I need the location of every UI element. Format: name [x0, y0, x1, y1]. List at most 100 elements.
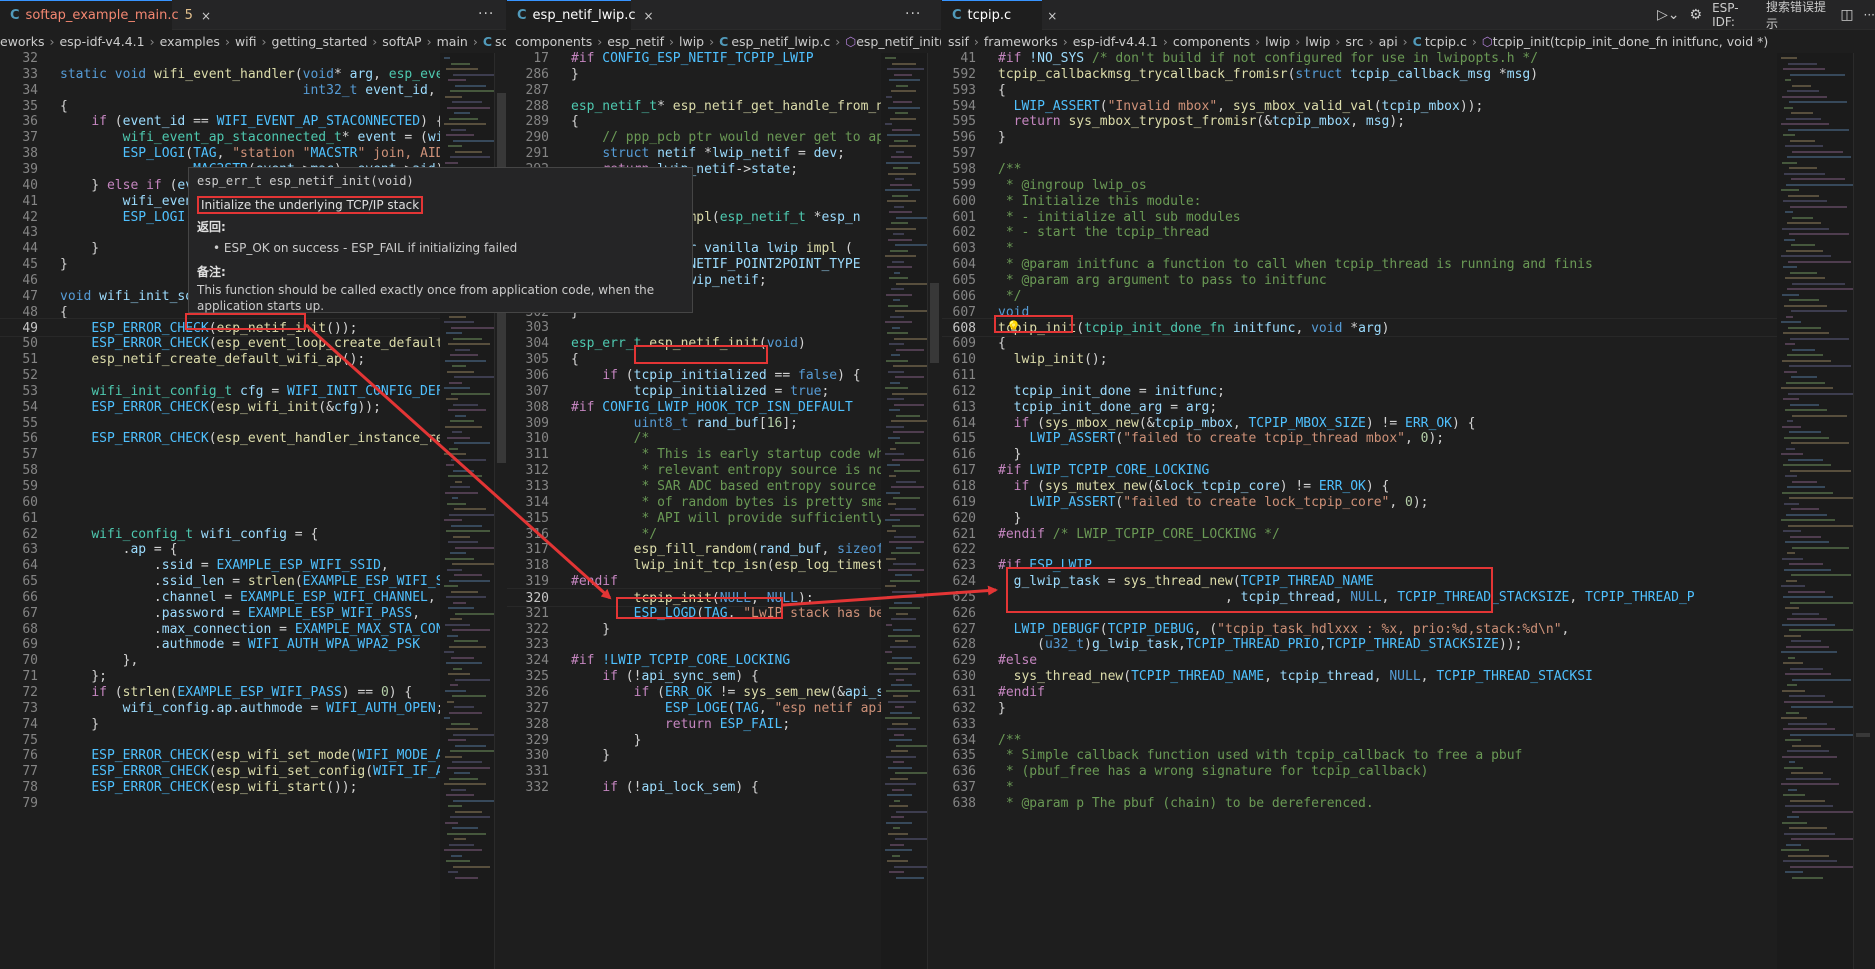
- minimap-line: [445, 425, 482, 428]
- minimap-line: [1791, 376, 1817, 378]
- gear-icon[interactable]: ⚙: [1690, 7, 1703, 23]
- minimap-line: [1788, 722, 1827, 725]
- minimap-line: [892, 260, 904, 263]
- minimap-line: [450, 750, 494, 752]
- minimap[interactable]: [881, 53, 932, 969]
- more-actions-icon[interactable]: ···: [905, 6, 921, 22]
- code-editor[interactable]: 41 #if !NO_SYS /* don't build if not conf…: [942, 51, 1777, 969]
- breadcrumb-item[interactable]: getting_started: [272, 34, 368, 49]
- breadcrumb-item[interactable]: api: [1379, 34, 1398, 49]
- breadcrumb-separator: ›: [709, 33, 715, 49]
- minimap-line: [887, 332, 908, 334]
- breadcrumb-item[interactable]: softap_example_main.c: [495, 34, 506, 49]
- minimap-line: [891, 222, 908, 224]
- minimap-line: [445, 95, 462, 98]
- breadcrumb-item[interactable]: src: [1345, 34, 1363, 49]
- minimap-line: [451, 62, 470, 65]
- minimap-line: [893, 761, 904, 763]
- minimap-line: [885, 783, 916, 785]
- tab-esp-netif-lwip[interactable]: C esp_netif_lwip.c ×: [507, 0, 654, 30]
- breadcrumb-item[interactable]: wifi: [235, 34, 257, 49]
- breadcrumb-item[interactable]: tcpip.c: [1425, 34, 1467, 49]
- minimap-line: [449, 711, 482, 714]
- minimap-line: [1790, 139, 1815, 142]
- breadcrumb-item[interactable]: components: [1173, 34, 1250, 49]
- code-line[interactable]: 638 * @param p The pbuf (chain) to be de…: [942, 794, 1777, 813]
- breadcrumb-item[interactable]: main: [437, 34, 468, 49]
- minimap[interactable]: [1777, 53, 1857, 969]
- more-actions-icon[interactable]: ···: [1864, 8, 1875, 22]
- breadcrumb-item[interactable]: esp_netif: [607, 34, 664, 49]
- minimap-line: [892, 722, 908, 725]
- minimap-line: [894, 403, 924, 406]
- breadcrumb-item[interactable]: frameworks: [984, 34, 1058, 49]
- split-editor-icon[interactable]: ◫: [1840, 7, 1853, 23]
- minimap-line: [455, 876, 478, 879]
- code-line[interactable]: 332 if (!api_lock_sem) {: [507, 778, 881, 797]
- minimap-line: [447, 634, 458, 637]
- minimap-line: [1782, 755, 1837, 758]
- minimap-line: [1790, 535, 1821, 538]
- minimap-line: [444, 387, 470, 389]
- breadcrumb-item[interactable]: esp-idf-v4.4.1: [59, 34, 144, 49]
- breadcrumb-item[interactable]: esp_netif_lwip.c: [731, 34, 830, 49]
- scrollbar[interactable]: [927, 53, 941, 969]
- minimap-line: [454, 574, 482, 576]
- minimap-line: [446, 662, 482, 664]
- breadcrumb-item[interactable]: lwip: [679, 34, 704, 49]
- minimap-line: [892, 656, 912, 659]
- minimap-line: [1789, 299, 1819, 301]
- minimap-line: [888, 370, 904, 373]
- minimap-line: [454, 706, 474, 708]
- breadcrumb-item[interactable]: esp-idf-v4.4.1: [1073, 34, 1158, 49]
- close-icon[interactable]: ×: [1047, 9, 1057, 23]
- minimap-line: [449, 381, 462, 384]
- breadcrumb-item[interactable]: components: [515, 34, 592, 49]
- minimap-line: [890, 711, 912, 714]
- breadcrumb-item[interactable]: ssif: [948, 34, 969, 49]
- minimap-line: [1788, 458, 1823, 461]
- run-debug-icon[interactable]: ▷⌄: [1657, 7, 1680, 23]
- minimap-line: [1787, 816, 1799, 818]
- minimap-line: [888, 502, 896, 505]
- tab-softap-example-main[interactable]: C softap_example_main.c 5 ×: [0, 0, 211, 30]
- search-error-hint-button[interactable]: 搜索错误提示: [1766, 0, 1830, 32]
- minimap-line: [888, 106, 920, 109]
- breadcrumb-item[interactable]: examples: [160, 34, 220, 49]
- minimap-line: [889, 673, 916, 675]
- close-icon[interactable]: ×: [201, 9, 211, 23]
- minimap-line: [1783, 332, 1829, 334]
- breadcrumb-item[interactable]: esp_netif_init(void): [856, 34, 941, 49]
- c-file-icon: C: [719, 33, 729, 49]
- hover-tooltip: esp_err_t esp_netif_init(void) Initializ…: [188, 167, 693, 313]
- minimap-line: [1790, 601, 1853, 604]
- breadcrumb-item[interactable]: lwip: [1265, 34, 1290, 49]
- minimap-line: [449, 513, 494, 516]
- minimap-line: [447, 436, 470, 439]
- close-icon[interactable]: ×: [643, 9, 653, 23]
- code-line[interactable]: 79: [0, 794, 440, 813]
- breadcrumb-item[interactable]: lwip: [1305, 34, 1330, 49]
- minimap-line: [1783, 728, 1835, 730]
- minimap-line: [1788, 260, 1851, 263]
- minimap-line: [448, 343, 490, 345]
- tab-tcpip[interactable]: C tcpip.c ×: [942, 0, 1057, 30]
- breadcrumb-separator: ›: [224, 33, 230, 49]
- minimap-line: [1787, 90, 1819, 92]
- c-file-icon: C: [1412, 33, 1422, 49]
- breadcrumb-item[interactable]: softAP: [382, 34, 421, 49]
- minimap-line: [1782, 689, 1805, 692]
- breadcrumb-separator: ›: [597, 33, 603, 49]
- minimap-line: [453, 733, 498, 736]
- minimap-line: [1781, 321, 1801, 323]
- c-file-icon: C: [10, 8, 20, 23]
- minimap-line: [894, 535, 916, 538]
- breadcrumb-item[interactable]: tcpip_init(tcpip_init_done_fn initfunc, …: [1493, 34, 1769, 49]
- minimap-line: [1789, 563, 1823, 565]
- minimap-line: [1786, 117, 1821, 120]
- scrollbar[interactable]: [1853, 53, 1875, 969]
- breadcrumb-item[interactable]: eworks: [0, 34, 44, 49]
- minimap-line: [445, 491, 478, 494]
- more-actions-icon[interactable]: ···: [478, 6, 494, 22]
- minimap-line: [1791, 508, 1819, 510]
